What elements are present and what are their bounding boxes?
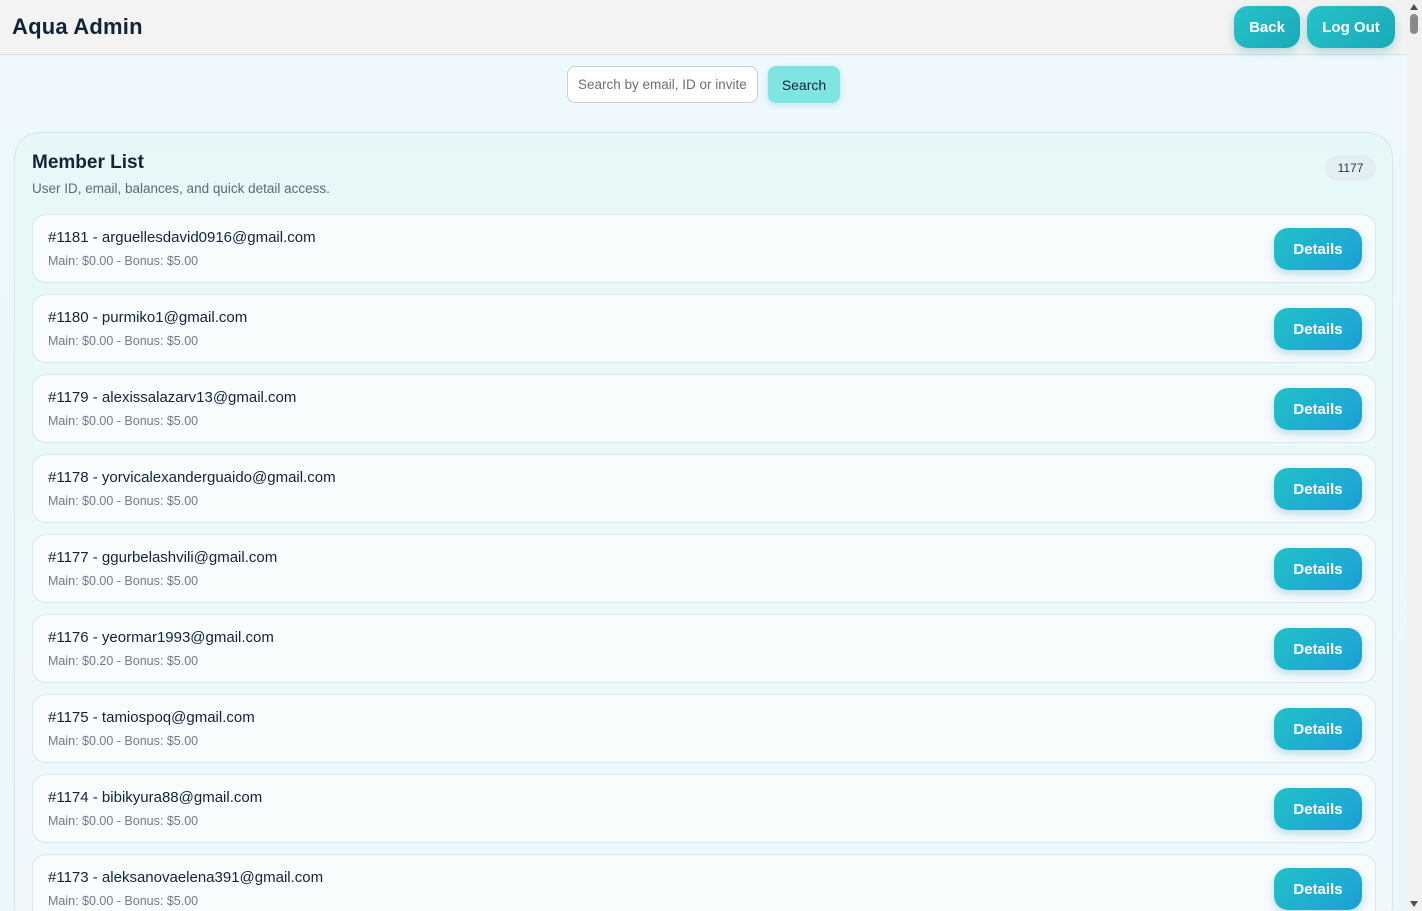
search-input[interactable]	[567, 66, 758, 103]
member-id-email: #1174 - bibikyura88@gmail.com	[48, 789, 263, 806]
member-row: #1173 - aleksanovaelena391@gmail.com Mai…	[32, 854, 1376, 911]
member-balances: Main: $0.00 - Bonus: $5.00	[48, 574, 199, 588]
panel-subtitle: User ID, email, balances, and quick deta…	[32, 181, 330, 196]
app-title: Aqua Admin	[12, 14, 143, 39]
details-button[interactable]: Details	[1274, 468, 1362, 510]
member-balances: Main: $0.00 - Bonus: $5.00	[48, 334, 199, 348]
member-id-email: #1179 - alexissalazarv13@gmail.com	[48, 389, 297, 406]
back-button[interactable]: Back	[1234, 6, 1300, 48]
search-button[interactable]: Search	[768, 66, 840, 103]
details-button[interactable]: Details	[1274, 788, 1362, 830]
details-button[interactable]: Details	[1274, 628, 1362, 670]
member-balances: Main: $0.00 - Bonus: $5.00	[48, 894, 199, 908]
admin-page: Aqua Admin Back Log Out Search Member Li…	[0, 0, 1422, 911]
details-button[interactable]: Details	[1274, 308, 1362, 350]
member-balances: Main: $0.00 - Bonus: $5.00	[48, 734, 199, 748]
member-balances: Main: $0.00 - Bonus: $5.00	[48, 254, 199, 268]
logout-button[interactable]: Log Out	[1307, 6, 1395, 48]
scroll-down-arrow-icon[interactable]	[1410, 901, 1418, 907]
member-id-email: #1178 - yorvicalexanderguaido@gmail.com	[48, 469, 336, 486]
member-row: #1179 - alexissalazarv13@gmail.com Main:…	[32, 374, 1376, 443]
details-button[interactable]: Details	[1274, 388, 1362, 430]
details-button[interactable]: Details	[1274, 548, 1362, 590]
member-row: #1180 - purmiko1@gmail.com Main: $0.00 -…	[32, 294, 1376, 363]
member-balances: Main: $0.00 - Bonus: $5.00	[48, 414, 199, 428]
member-row: #1178 - yorvicalexanderguaido@gmail.com …	[32, 454, 1376, 523]
details-button[interactable]: Details	[1274, 228, 1362, 270]
member-count-badge: 1177	[1325, 155, 1376, 181]
member-row: #1176 - yeormar1993@gmail.com Main: $0.2…	[32, 614, 1376, 683]
member-id-email: #1181 - arguellesdavid0916@gmail.com	[48, 229, 316, 246]
member-row: #1177 - ggurbelashvili@gmail.com Main: $…	[32, 534, 1376, 603]
details-button[interactable]: Details	[1274, 868, 1362, 910]
member-id-email: #1176 - yeormar1993@gmail.com	[48, 629, 274, 646]
member-id-email: #1173 - aleksanovaelena391@gmail.com	[48, 869, 324, 886]
scrollbar-thumb[interactable]	[1410, 14, 1418, 34]
top-header: Aqua Admin Back Log Out	[0, 0, 1407, 55]
panel-title: Member List	[32, 152, 144, 173]
details-button[interactable]: Details	[1274, 708, 1362, 750]
member-balances: Main: $0.20 - Bonus: $5.00	[48, 654, 199, 668]
member-id-email: #1180 - purmiko1@gmail.com	[48, 309, 248, 326]
member-row: #1181 - arguellesdavid0916@gmail.com Mai…	[32, 214, 1376, 283]
page-scrollbar[interactable]	[1407, 0, 1422, 911]
member-list-panel: Member List User ID, email, balances, an…	[14, 132, 1393, 911]
scroll-up-arrow-icon[interactable]	[1410, 4, 1418, 10]
member-list: #1181 - arguellesdavid0916@gmail.com Mai…	[32, 214, 1376, 911]
member-id-email: #1175 - tamiospoq@gmail.com	[48, 709, 255, 726]
member-balances: Main: $0.00 - Bonus: $5.00	[48, 494, 199, 508]
member-row: #1174 - bibikyura88@gmail.com Main: $0.0…	[32, 774, 1376, 843]
member-balances: Main: $0.00 - Bonus: $5.00	[48, 814, 199, 828]
member-id-email: #1177 - ggurbelashvili@gmail.com	[48, 549, 278, 566]
member-row: #1175 - tamiospoq@gmail.com Main: $0.00 …	[32, 694, 1376, 763]
